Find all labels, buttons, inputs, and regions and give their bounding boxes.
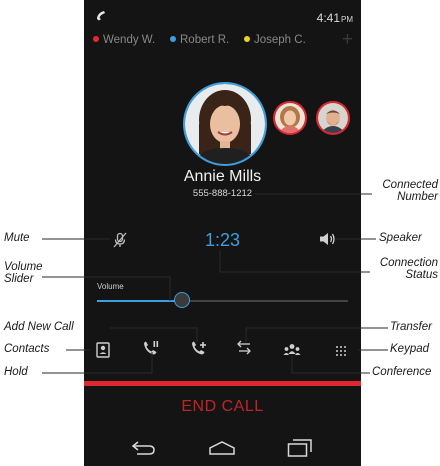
phone-handset-icon: [97, 11, 105, 21]
annotation-keypad: Keypad: [390, 343, 430, 355]
annotation-speaker: Speaker: [379, 232, 422, 244]
annotation-line: Slider: [4, 273, 34, 285]
volume-label: Volume: [97, 282, 124, 291]
caller-name: Joseph C.: [254, 34, 306, 46]
caller-color-dot: [93, 36, 99, 42]
annotation-mute: Mute: [4, 232, 30, 244]
annotation-hold: Hold: [4, 366, 28, 378]
annotation-contacts: Contacts: [4, 343, 50, 355]
caller-photo: [275, 103, 305, 133]
phone-screen: 4:41PM Wendy W. Robert R. Joseph C. + An…: [84, 0, 361, 466]
annotation-transfer: Transfer: [390, 321, 432, 333]
caller-color-dot: [244, 36, 250, 42]
annotation-line: Connection: [379, 257, 438, 269]
back-icon[interactable]: [130, 440, 156, 456]
contact-avatar: [183, 82, 267, 166]
caller-color-dot: [170, 36, 176, 42]
status-time-value: 4:41: [316, 11, 340, 25]
annotation-conference: Conference: [372, 366, 432, 378]
contact-name: Annie Mills: [183, 168, 262, 185]
annotation-line: Connected: [382, 179, 438, 191]
annotation-connection-status: Connection Status: [364, 257, 438, 281]
caller-name: Wendy W.: [103, 34, 156, 46]
volume-slider-fill: [97, 300, 182, 302]
hold-call-icon[interactable]: [142, 340, 160, 358]
status-time-ampm: PM: [341, 15, 353, 24]
status-bar: 4:41PM: [84, 0, 361, 32]
add-call-icon[interactable]: [190, 340, 208, 358]
end-call-bar: [84, 381, 361, 386]
home-icon[interactable]: [208, 440, 236, 456]
status-time: 4:41PM: [317, 11, 353, 25]
annotation-line: Number: [397, 191, 438, 203]
active-callers-bar: Wendy W. Robert R. Joseph C. +: [84, 30, 361, 52]
annotation-line: Status: [405, 269, 438, 281]
caller-avatar-joseph[interactable]: [316, 101, 350, 135]
speaker-icon[interactable]: [319, 232, 337, 246]
contact-photo: [185, 84, 265, 164]
keypad-icon[interactable]: [335, 345, 347, 357]
volume-slider-track[interactable]: [97, 300, 348, 302]
conference-people-icon[interactable]: [283, 343, 301, 357]
caller-tab-wendy[interactable]: Wendy W.: [93, 34, 155, 46]
caller-avatar-wendy[interactable]: [273, 101, 307, 135]
caller-name: Robert R.: [180, 34, 230, 46]
volume-slider-thumb[interactable]: [174, 292, 190, 308]
annotation-connected-number: Connected Number: [364, 179, 438, 203]
caller-photo: [318, 103, 348, 133]
annotation-line: Volume: [4, 261, 43, 273]
recents-icon[interactable]: [287, 439, 313, 457]
contact-number: 555-888-1212: [192, 188, 253, 199]
plus-icon[interactable]: +: [342, 30, 353, 50]
annotation-volume-slider: Volume Slider: [4, 261, 43, 285]
annotation-add-new-call: Add New Call: [4, 321, 74, 333]
end-call-button[interactable]: END CALL: [84, 398, 361, 416]
transfer-icon[interactable]: [236, 340, 254, 358]
caller-tab-robert[interactable]: Robert R.: [170, 34, 229, 46]
caller-tab-joseph[interactable]: Joseph C.: [244, 34, 306, 46]
contacts-card-icon[interactable]: [96, 342, 110, 358]
